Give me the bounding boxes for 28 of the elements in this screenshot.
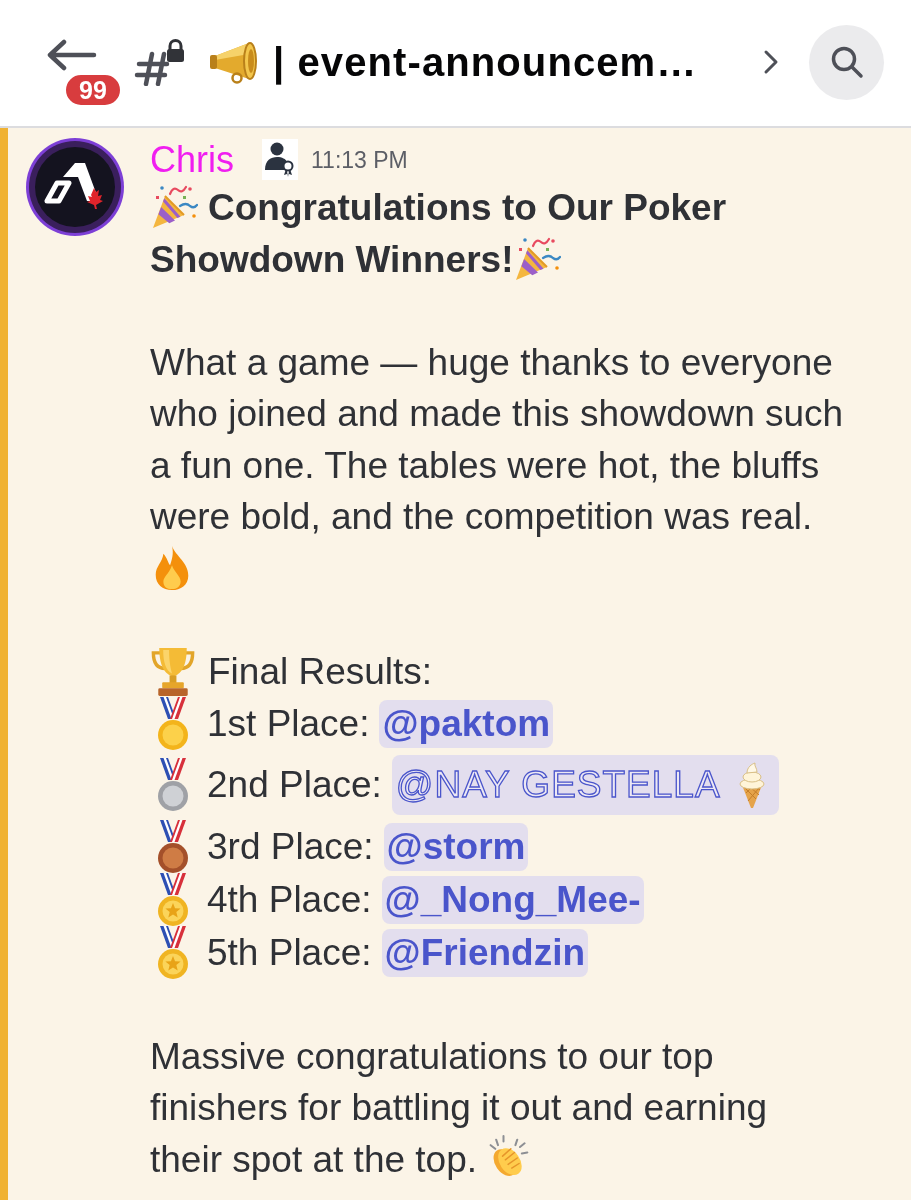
author-name[interactable]: Chris [150, 137, 234, 182]
medal-icon [155, 696, 191, 751]
chevron-right-icon [763, 49, 779, 75]
user-mention[interactable]: @_Nong_Mee- [381, 875, 644, 924]
place-label: 5th Place: [207, 930, 372, 975]
person-rosette-icon [262, 139, 298, 180]
unread-count-badge: 99 [63, 72, 123, 108]
search-icon [829, 45, 864, 79]
star-medal-icon [155, 872, 191, 927]
timestamp: 11:13 PM [311, 145, 408, 175]
user-mention[interactable]: @storm [383, 822, 529, 871]
results-heading: Final Results: [208, 649, 433, 694]
announcement-title: Congratulations to Our Poker Showdown Winners! [150, 187, 727, 280]
medal-icon [155, 819, 191, 874]
back-arrow-icon [45, 39, 97, 71]
place-label: 3rd Place: [207, 824, 374, 869]
closing-paragraph: Massive congratulations to our top finishers for battling it out and earning their spot at the top. [150, 1035, 768, 1180]
channel-title[interactable]: | event-announcem… [273, 38, 698, 86]
user-mention[interactable]: @Friendzin [381, 928, 589, 977]
star-medal-icon [155, 925, 191, 980]
place-label: 4th Place: [207, 877, 372, 922]
place-label: 1st Place: [207, 701, 370, 746]
hash-lock-icon [133, 38, 185, 86]
place-label: 2nd Place: [207, 763, 382, 808]
message-paragraph: What a game — huge thanks to everyone who joined and made this showdown such a fun one. The tables were hot, the bluffs were bold, and the competition was real. [150, 341, 844, 589]
user-mention[interactable]: @paktom [379, 699, 554, 748]
medal-icon [155, 758, 191, 812]
back-button[interactable] [45, 39, 97, 71]
